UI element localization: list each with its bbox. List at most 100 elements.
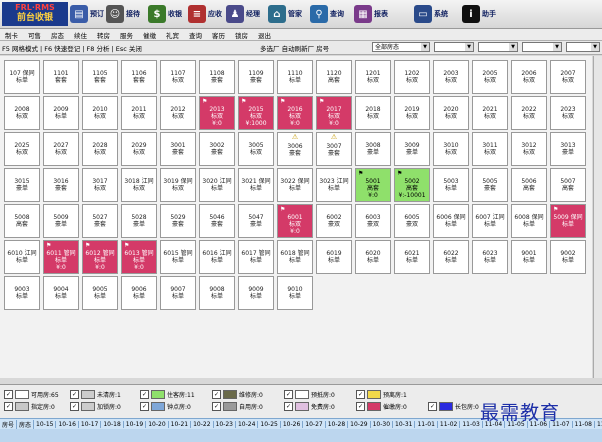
room-cell[interactable]: ⚑ 5001 高套 ¥:0 (355, 168, 391, 202)
room-cell[interactable]: 2020 标双 (433, 96, 469, 130)
room-cell[interactable]: 3012 标双 (511, 132, 547, 166)
checkbox[interactable]: ✓ (356, 390, 365, 399)
room-cell[interactable]: 6022 标单 (433, 240, 469, 274)
checkbox[interactable]: ✓ (70, 402, 79, 411)
legend-item[interactable]: ✓ 指定房:0 (4, 401, 55, 412)
extra-filter-select[interactable]: ▼ (566, 42, 600, 52)
room-cell[interactable]: 2025 标双 (4, 132, 40, 166)
room-cell[interactable]: 5028 豪单 (121, 204, 157, 238)
room-cell[interactable]: 6019 标单 (316, 240, 352, 274)
room-cell[interactable]: 2028 标双 (82, 132, 118, 166)
room-cell[interactable]: 3008 豪单 (355, 132, 391, 166)
room-cell[interactable]: 3017 标双 (82, 168, 118, 202)
toolbar-button-0[interactable]: ▤ 预订 (70, 3, 104, 25)
legend-item[interactable]: ✓ 预抵房:0 (284, 389, 335, 400)
room-cell[interactable]: 3019 保同 标双 (160, 168, 196, 202)
room-cell[interactable]: 3009 豪单 (394, 132, 430, 166)
room-cell[interactable]: 1109 豪套 (238, 60, 274, 94)
forecast-scroll-area[interactable] (0, 429, 602, 442)
room-cell[interactable]: 2012 标双 (160, 96, 196, 130)
toolbar-button-8[interactable]: ▭ 系统 (414, 3, 448, 25)
room-cell[interactable]: 5006 高套 (511, 168, 547, 202)
room-cell[interactable]: 3016 豪套 (43, 168, 79, 202)
room-cell[interactable]: 5029 豪套 (160, 204, 196, 238)
room-cell[interactable]: ⚑ 6011 管同 标单 ¥:0 (43, 240, 79, 274)
checkbox[interactable]: ✓ (284, 402, 293, 411)
checkbox[interactable]: ✓ (284, 390, 293, 399)
room-cell[interactable]: 1106 套套 (121, 60, 157, 94)
room-cell[interactable]: 6018 管同 标单 (277, 240, 313, 274)
room-cell[interactable]: 3013 豪单 (550, 132, 586, 166)
room-status-select[interactable]: 全部房态 ▼ (372, 42, 430, 52)
room-cell[interactable]: 1120 高套 (316, 60, 352, 94)
filter-options[interactable]: 多选厂 自动刷新厂 房号 (260, 43, 329, 53)
room-cell[interactable]: 1201 标双 (355, 60, 391, 94)
legend-item[interactable]: ✓ 自用房:0 (212, 401, 263, 412)
room-cell[interactable]: 5003 标单 (433, 168, 469, 202)
room-cell[interactable]: ⚑ 6012 管同 标单 ¥:0 (82, 240, 118, 274)
room-cell[interactable]: 9005 标单 (82, 276, 118, 310)
menu-item[interactable]: 礼宾 (161, 30, 184, 40)
toolbar-button-2[interactable]: $ 收银 (148, 3, 182, 25)
room-cell[interactable]: ⚑ 6013 管同 标单 ¥:0 (121, 240, 157, 274)
room-cell[interactable]: 3001 豪套 (160, 132, 196, 166)
room-cell[interactable]: 6016 江同 标单 (199, 240, 235, 274)
menu-item[interactable]: 催缴 (138, 30, 161, 40)
menu-item[interactable]: 转房 (92, 30, 115, 40)
legend-item[interactable]: ✓ 长包房:0 (428, 401, 479, 412)
room-cell[interactable]: 6002 豪双 (316, 204, 352, 238)
legend-item[interactable]: ✓ 钟点房:0 (140, 401, 191, 412)
room-cell[interactable]: 9002 标单 (550, 240, 586, 274)
building-select[interactable]: ▼ (434, 42, 474, 52)
checkbox[interactable]: ✓ (428, 402, 437, 411)
room-cell[interactable]: 3018 江同 标双 (121, 168, 157, 202)
toolbar-button-4[interactable]: ♟ 经理 (226, 3, 260, 25)
room-cell[interactable]: 2021 标双 (472, 96, 508, 130)
menu-item[interactable]: 服务 (115, 30, 138, 40)
room-cell[interactable]: 6003 豪双 (355, 204, 391, 238)
toolbar-button-7[interactable]: ▦ 报表 (354, 3, 388, 25)
menu-item[interactable]: 制卡 (0, 30, 23, 40)
room-cell[interactable]: 1105 套套 (82, 60, 118, 94)
checkbox[interactable]: ✓ (4, 402, 13, 411)
room-cell[interactable]: 6023 标单 (472, 240, 508, 274)
room-cell[interactable]: 9001 标单 (511, 240, 547, 274)
room-cell[interactable]: ⚑ 5002 高套 ¥:-10001 (394, 168, 430, 202)
room-cell[interactable]: ⚑ 5009 保同 标单 (550, 204, 586, 238)
room-cell[interactable]: 2027 标双 (43, 132, 79, 166)
checkbox[interactable]: ✓ (140, 402, 149, 411)
room-cell[interactable]: 9007 标单 (160, 276, 196, 310)
room-cell[interactable]: 3022 保同 标单 (277, 168, 313, 202)
room-cell[interactable]: 107 保同 标单 (4, 60, 40, 94)
room-cell[interactable]: 3023 江同 标单 (316, 168, 352, 202)
room-cell[interactable]: 9008 标单 (199, 276, 235, 310)
floor-select[interactable]: ▼ (478, 42, 518, 52)
room-cell[interactable]: 6007 江同 标单 (472, 204, 508, 238)
menu-item[interactable]: 退出 (253, 30, 276, 40)
room-cell[interactable]: 9010 标单 (277, 276, 313, 310)
room-cell[interactable]: 6006 保同 标单 (433, 204, 469, 238)
room-cell[interactable]: 3002 豪套 (199, 132, 235, 166)
room-cell[interactable]: 6008 保同 标单 (511, 204, 547, 238)
room-cell[interactable]: ⚠ 3007 豪套 (316, 132, 352, 166)
legend-item[interactable]: ✓ 预离房:1 (356, 389, 407, 400)
legend-item[interactable]: ✓ 加锁房:0 (70, 401, 121, 412)
room-cell[interactable]: 2022 标双 (511, 96, 547, 130)
room-cell[interactable]: 1108 豪套 (199, 60, 235, 94)
room-cell[interactable]: 6010 江同 标单 (4, 240, 40, 274)
room-cell[interactable]: 2029 标双 (121, 132, 157, 166)
menu-item[interactable]: 可售 (23, 30, 46, 40)
room-cell[interactable]: ⚠ 3006 豪套 (277, 132, 313, 166)
checkbox[interactable]: ✓ (4, 390, 13, 399)
toolbar-button-9[interactable]: i 助手 (462, 3, 496, 25)
room-cell[interactable]: 2003 标双 (433, 60, 469, 94)
room-cell[interactable]: 2006 标双 (511, 60, 547, 94)
menu-item[interactable]: 续住 (69, 30, 92, 40)
room-type-select[interactable]: ▼ (522, 42, 562, 52)
toolbar-button-1[interactable]: ☺ 接待 (106, 3, 140, 25)
room-cell[interactable]: 5008 高套 (4, 204, 40, 238)
room-cell[interactable]: 6015 管同 标单 (160, 240, 196, 274)
room-cell[interactable]: 5046 豪套 (199, 204, 235, 238)
room-cell[interactable]: ⚑ 2015 标双 ¥:1000 (238, 96, 274, 130)
room-cell[interactable]: 6021 标单 (394, 240, 430, 274)
